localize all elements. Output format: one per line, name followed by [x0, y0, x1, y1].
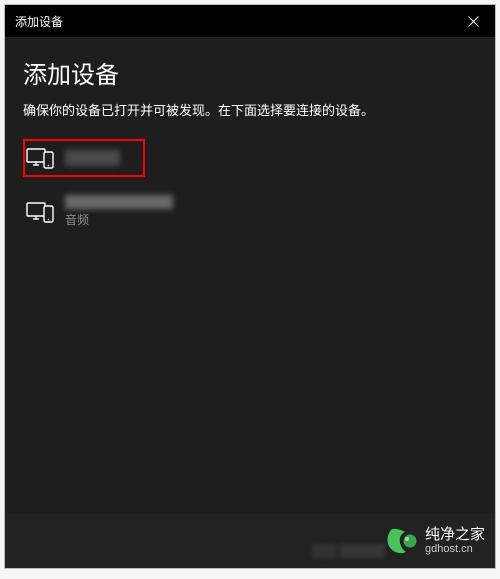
brand-logo-icon — [383, 525, 419, 557]
brand-text: 纯净之家 gdhost.cn — [425, 526, 485, 556]
device-text: 音频 — [65, 195, 173, 228]
device-name-redacted — [65, 195, 173, 209]
device-subtitle: 音频 — [65, 211, 173, 228]
titlebar-title: 添加设备 — [15, 13, 63, 30]
watermark-brand: 纯净之家 gdhost.cn — [383, 525, 485, 557]
brand-url: gdhost.cn — [425, 543, 485, 556]
titlebar: 添加设备 — [5, 5, 495, 37]
dialog-subtitle: 确保你的设备已打开并可被发现。在下面选择要连接的设备。 — [23, 100, 477, 119]
device-text — [65, 150, 120, 166]
dialog-heading: 添加设备 — [23, 55, 477, 90]
device-item-1[interactable]: 音频 — [23, 191, 477, 232]
add-device-dialog: 添加设备 添加设备 确保你的设备已打开并可被发现。在下面选择要连接的设备。 — [4, 4, 496, 569]
brand-name: 纯净之家 — [425, 526, 485, 543]
device-icon — [25, 144, 55, 172]
device-name-redacted — [65, 150, 120, 166]
device-list: 音频 — [23, 139, 477, 232]
footer-bar: 纯净之家 gdhost.cn — [5, 513, 495, 568]
close-icon — [468, 16, 479, 27]
close-button[interactable] — [451, 5, 495, 37]
device-icon — [25, 198, 55, 226]
device-item-0[interactable] — [23, 139, 145, 177]
dialog-body: 添加设备 确保你的设备已打开并可被发现。在下面选择要连接的设备。 — [5, 37, 495, 568]
